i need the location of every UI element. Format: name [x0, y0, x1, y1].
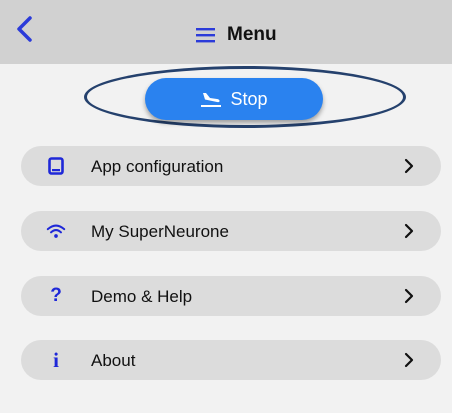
- menu-item-app-configuration[interactable]: App configuration: [21, 146, 441, 186]
- chevron-right-icon: [404, 352, 414, 368]
- menu-item-demo-help[interactable]: ? Demo & Help: [21, 276, 441, 316]
- chevron-right-icon: [404, 158, 414, 174]
- back-chevron-icon[interactable]: [10, 14, 40, 44]
- header-title-group: Menu: [196, 23, 277, 47]
- page-title: Menu: [227, 24, 277, 45]
- menu-item-label: App configuration: [91, 157, 224, 176]
- wifi-icon: [46, 221, 66, 241]
- header-bar: Menu: [0, 0, 452, 64]
- question-mark-icon: ?: [50, 285, 62, 306]
- info-icon: i: [53, 347, 59, 372]
- tablet-icon: [46, 156, 66, 176]
- chevron-right-icon: [404, 288, 414, 304]
- menu-item-label: About: [91, 351, 136, 370]
- menu-item-about[interactable]: i About: [21, 340, 441, 380]
- stop-button-label: Stop: [230, 88, 268, 109]
- menu-item-label: Demo & Help: [91, 287, 193, 306]
- menu-item-label: My SuperNeurone: [91, 222, 229, 241]
- airplane-landing-icon: [201, 93, 222, 107]
- menu-item-my-superneurone[interactable]: My SuperNeurone: [21, 211, 441, 251]
- hamburger-icon: [196, 28, 215, 43]
- chevron-right-icon: [404, 223, 414, 239]
- stop-button[interactable]: Stop: [145, 78, 323, 120]
